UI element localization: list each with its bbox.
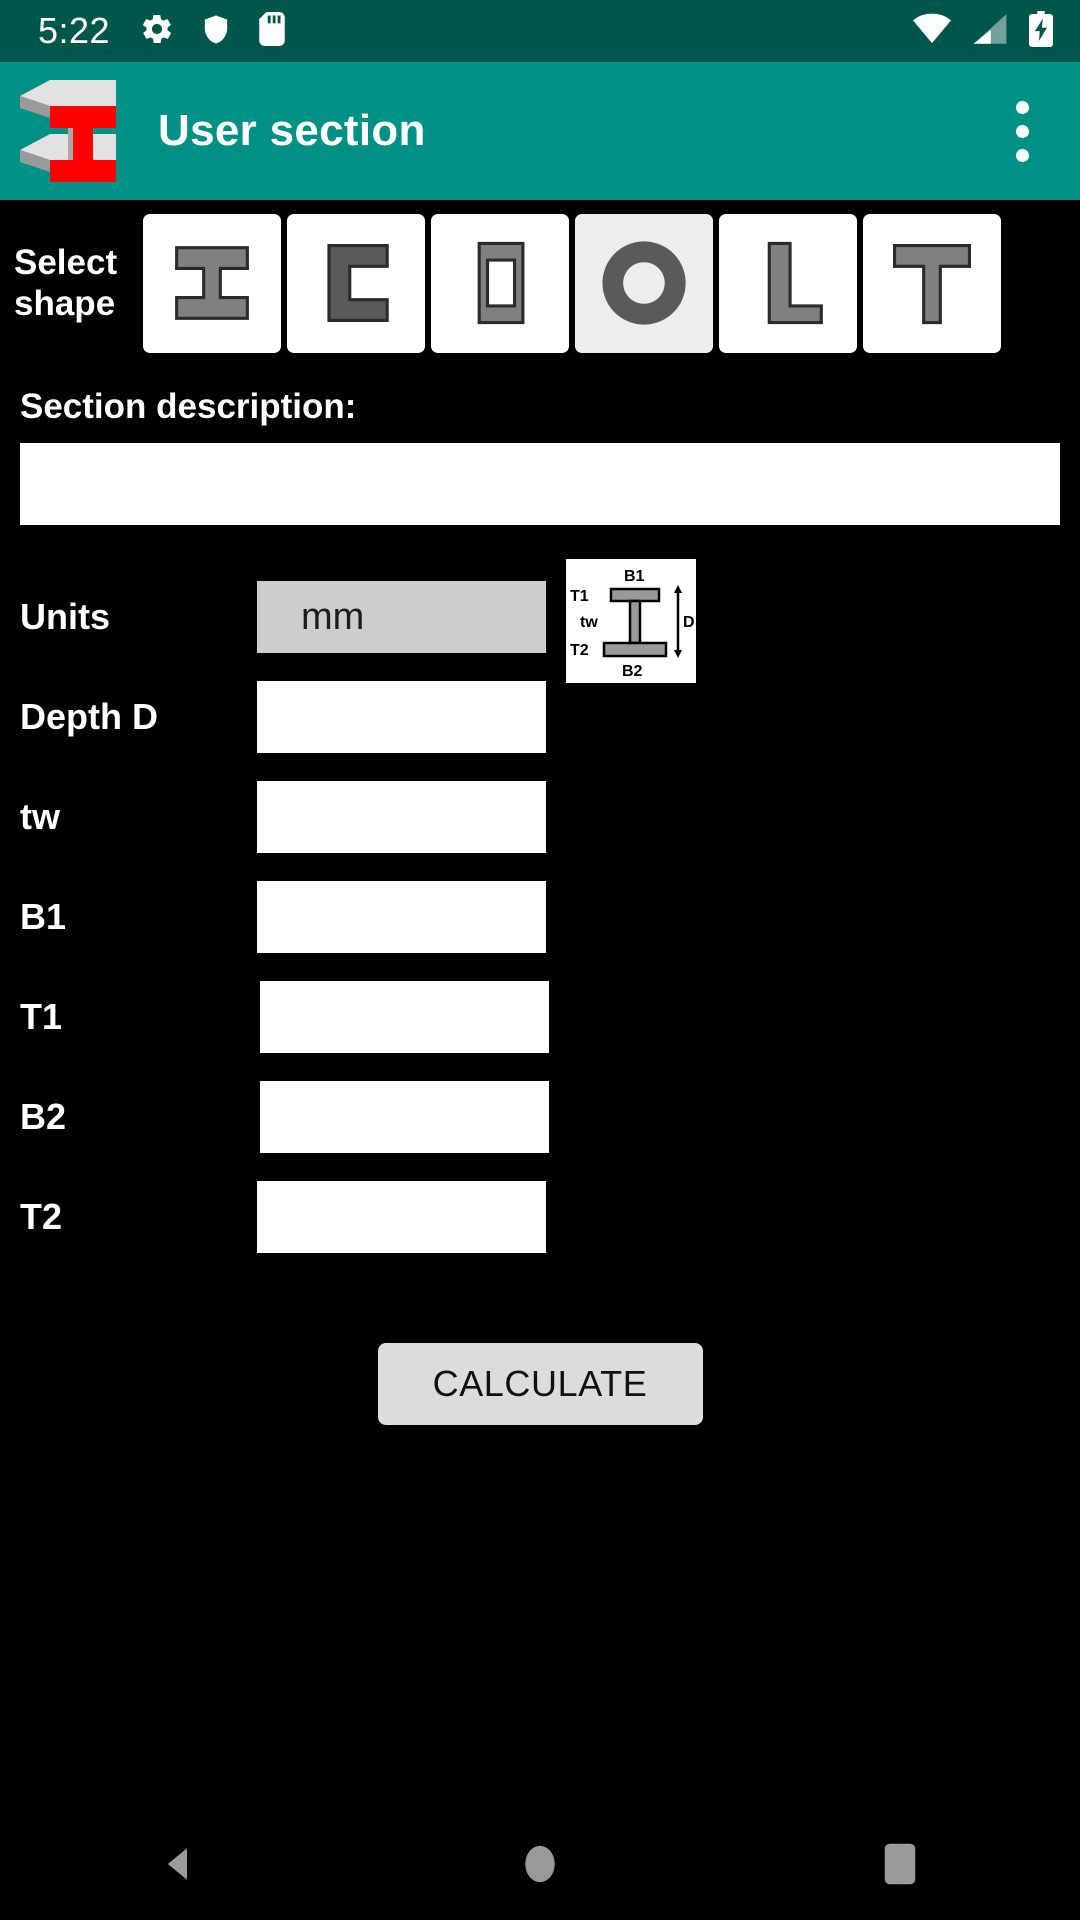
back-triangle-icon[interactable]	[120, 1808, 240, 1920]
form-row-t1: T1	[0, 967, 1080, 1067]
shape-selector-label-line1: Select	[14, 242, 118, 282]
form-row-b1: B1	[0, 867, 1080, 967]
form-row-t2: T2	[0, 1167, 1080, 1267]
shape-selector: Select shape	[0, 200, 1080, 365]
depth-d-input[interactable]	[257, 681, 546, 753]
status-bar-clock: 5:22	[38, 10, 111, 51]
t1-label: T1	[20, 996, 63, 1037]
dimensions-form: Units mm B1 T1 tw T2 B2 D Depth D tw B1 …	[0, 559, 1080, 1267]
status-bar-system-icons	[912, 10, 1054, 52]
section-description-label: Section description:	[20, 387, 357, 426]
battery-charging-icon	[1028, 10, 1054, 52]
svg-text:T2: T2	[570, 642, 589, 659]
app-screen: 5:22 User section Select shape Section d…	[0, 0, 1080, 1920]
sd-card-icon	[258, 11, 286, 51]
units-control: mm	[257, 581, 546, 653]
shield-icon	[200, 12, 232, 51]
t2-input[interactable]	[257, 1181, 546, 1253]
section-description-input[interactable]	[20, 443, 1060, 525]
t1-input[interactable]	[260, 981, 549, 1053]
form-row-tw: tw	[0, 767, 1080, 867]
units-spinner[interactable]: mm	[257, 581, 546, 653]
android-navigation-bar	[0, 1808, 1080, 1920]
b1-input[interactable]	[257, 881, 546, 953]
form-row-units: Units mm B1 T1 tw T2 B2 D	[0, 559, 1080, 683]
form-row-depth-d: Depth D	[0, 667, 1080, 767]
shape-button-l-angle[interactable]	[719, 213, 857, 353]
gear-icon	[140, 12, 174, 51]
cellular-signal-icon	[972, 12, 1008, 51]
home-circle-icon[interactable]	[480, 1808, 600, 1920]
b2-label: B2	[20, 1096, 67, 1137]
calculate-button-container: CALCULATE	[0, 1343, 1080, 1425]
shape-selector-label-line2: shape	[14, 284, 116, 323]
b1-label: B1	[20, 896, 67, 937]
shape-button-rectangular-hollow[interactable]	[431, 213, 569, 353]
i-beam-logo	[12, 72, 120, 190]
b2-input[interactable]	[260, 1081, 549, 1153]
t2-label: T2	[20, 1196, 63, 1237]
i-beam-dimension-diagram: B1 T1 tw T2 B2 D	[566, 559, 696, 683]
shape-button-i-beam[interactable]	[143, 213, 281, 353]
shape-button-circular-hollow[interactable]	[575, 213, 713, 353]
calculate-button[interactable]: CALCULATE	[377, 1343, 703, 1425]
depth-d-label: Depth D	[20, 696, 158, 737]
form-row-b2: B2	[0, 1067, 1080, 1167]
status-bar: 5:22	[0, 0, 1080, 62]
recents-square-icon[interactable]	[840, 1808, 960, 1920]
shape-selector-label: Select shape	[0, 242, 143, 325]
wifi-icon	[912, 12, 952, 51]
svg-text:T1: T1	[570, 588, 589, 605]
svg-text:B1: B1	[624, 568, 645, 585]
more-options-icon[interactable]	[994, 87, 1050, 175]
status-bar-notification-icons	[140, 11, 286, 51]
app-bar: User section	[0, 62, 1080, 200]
svg-text:D: D	[683, 614, 695, 631]
units-label: Units	[20, 596, 110, 637]
svg-text:tw: tw	[580, 614, 598, 631]
shape-button-c-channel[interactable]	[287, 213, 425, 353]
shape-button-t-section[interactable]	[863, 213, 1001, 353]
tw-label: tw	[20, 796, 60, 837]
tw-input[interactable]	[257, 781, 546, 853]
page-title: User section	[158, 106, 426, 155]
